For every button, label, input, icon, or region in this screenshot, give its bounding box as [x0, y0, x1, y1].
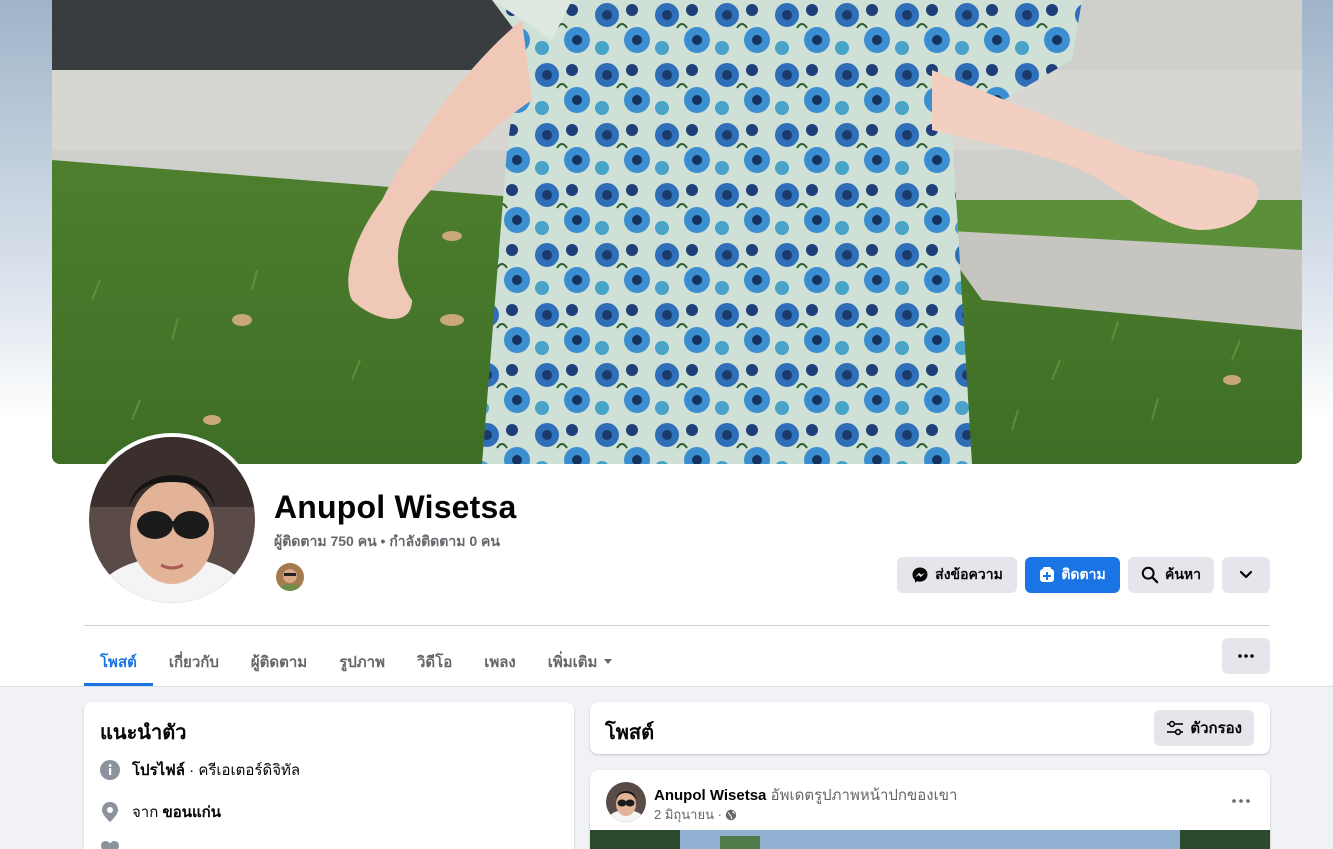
filter-button-label: ตัวกรอง	[1190, 720, 1242, 737]
post-image[interactable]	[590, 830, 1270, 849]
intro-card: แนะนำตัว โปรไฟล์ · ครีเอเตอร์ดิจิทัล จาก…	[84, 702, 574, 849]
tab-about[interactable]: เกี่ยวกับ	[153, 638, 235, 686]
tab-label: เกี่ยวกับ	[168, 654, 219, 671]
tabs-overflow-button[interactable]	[1222, 638, 1270, 674]
intro-title: แนะนำตัว	[100, 722, 187, 744]
more-profile-options-button[interactable]	[1222, 557, 1270, 593]
intro-profile-label: โปรไฟล์	[132, 762, 185, 779]
search-icon	[1141, 566, 1159, 584]
message-button-label: ส่งข้อความ	[935, 566, 1003, 582]
intro-from-place[interactable]: ขอนแก่น	[162, 804, 221, 821]
tab-label: เพลง	[484, 654, 516, 671]
profile-name: Anupol Wisetsa	[274, 489, 517, 525]
filter-button[interactable]: ตัวกรอง	[1154, 710, 1254, 746]
tab-label: รูปภาพ	[339, 654, 385, 671]
profile-tabs: โพสต์ เกี่ยวกับ ผู้ติดตาม รูปภาพ วิดีโอ …	[84, 638, 629, 686]
post-action-text: อัพเดตรูปภาพหน้าปกของเขา	[766, 787, 958, 804]
tab-music[interactable]: เพลง	[468, 638, 532, 686]
post-options-button[interactable]	[1232, 790, 1250, 808]
search-button[interactable]: ค้นหา	[1128, 557, 1214, 593]
filter-icon	[1167, 720, 1184, 736]
post-date[interactable]: 2 มิถุนายน ·	[654, 804, 722, 825]
messenger-icon	[912, 567, 928, 583]
tab-label: ผู้ติดตาม	[250, 654, 308, 671]
location-pin-icon	[102, 802, 118, 822]
follower-avatar[interactable]	[274, 561, 306, 593]
globe-icon	[725, 809, 737, 820]
tab-label: วิดีโอ	[416, 654, 453, 671]
follow-icon	[1040, 567, 1055, 582]
header-divider	[84, 625, 1270, 626]
posts-title: โพสต์	[605, 722, 655, 744]
info-icon	[100, 760, 120, 780]
follow-button[interactable]: ติดตาม	[1025, 557, 1120, 593]
ellipsis-icon	[1238, 654, 1254, 658]
follow-button-label: ติดตาม	[1061, 566, 1106, 582]
post-author-avatar[interactable]	[606, 782, 646, 822]
intro-from-prefix: จาก	[132, 804, 163, 821]
cover-photo[interactable]	[52, 0, 1302, 464]
caret-down-icon	[604, 659, 613, 664]
tab-photos[interactable]: รูปภาพ	[323, 638, 401, 686]
ellipsis-icon	[1232, 799, 1250, 803]
message-button[interactable]: ส่งข้อความ	[897, 557, 1017, 593]
tab-posts[interactable]: โพสต์	[84, 638, 153, 686]
post-author-name[interactable]: Anupol Wisetsa	[654, 787, 766, 804]
tab-videos[interactable]: วิดีโอ	[401, 638, 468, 686]
chevron-down-icon	[1239, 570, 1253, 579]
profile-follow-stats[interactable]: ผู้ติดตาม 750 คน • กำลังติดตาม 0 คน	[274, 531, 500, 553]
post-meta: 2 มิถุนายน ·	[654, 804, 737, 825]
profile-avatar[interactable]	[85, 433, 259, 607]
intro-profile-row: โปรไฟล์ · ครีเอเตอร์ดิจิทัล	[100, 758, 300, 782]
posts-header-card: โพสต์ ตัวกรอง	[590, 702, 1270, 754]
intro-extra-row	[100, 840, 120, 849]
intro-from-row: จาก ขอนแก่น	[100, 800, 221, 824]
tab-label: เพิ่มเติม	[547, 654, 598, 671]
heart-icon	[101, 841, 119, 849]
tab-followers[interactable]: ผู้ติดตาม	[235, 638, 323, 686]
search-button-label: ค้นหา	[1164, 566, 1202, 582]
tab-more[interactable]: เพิ่มเติม	[532, 638, 630, 686]
tab-label: โพสต์	[100, 654, 137, 671]
post-card: Anupol Wisetsa อัพเดตรูปภาพหน้าปกของเขา …	[590, 770, 1270, 849]
intro-profile-category: · ครีเอเตอร์ดิจิทัล	[185, 762, 301, 779]
